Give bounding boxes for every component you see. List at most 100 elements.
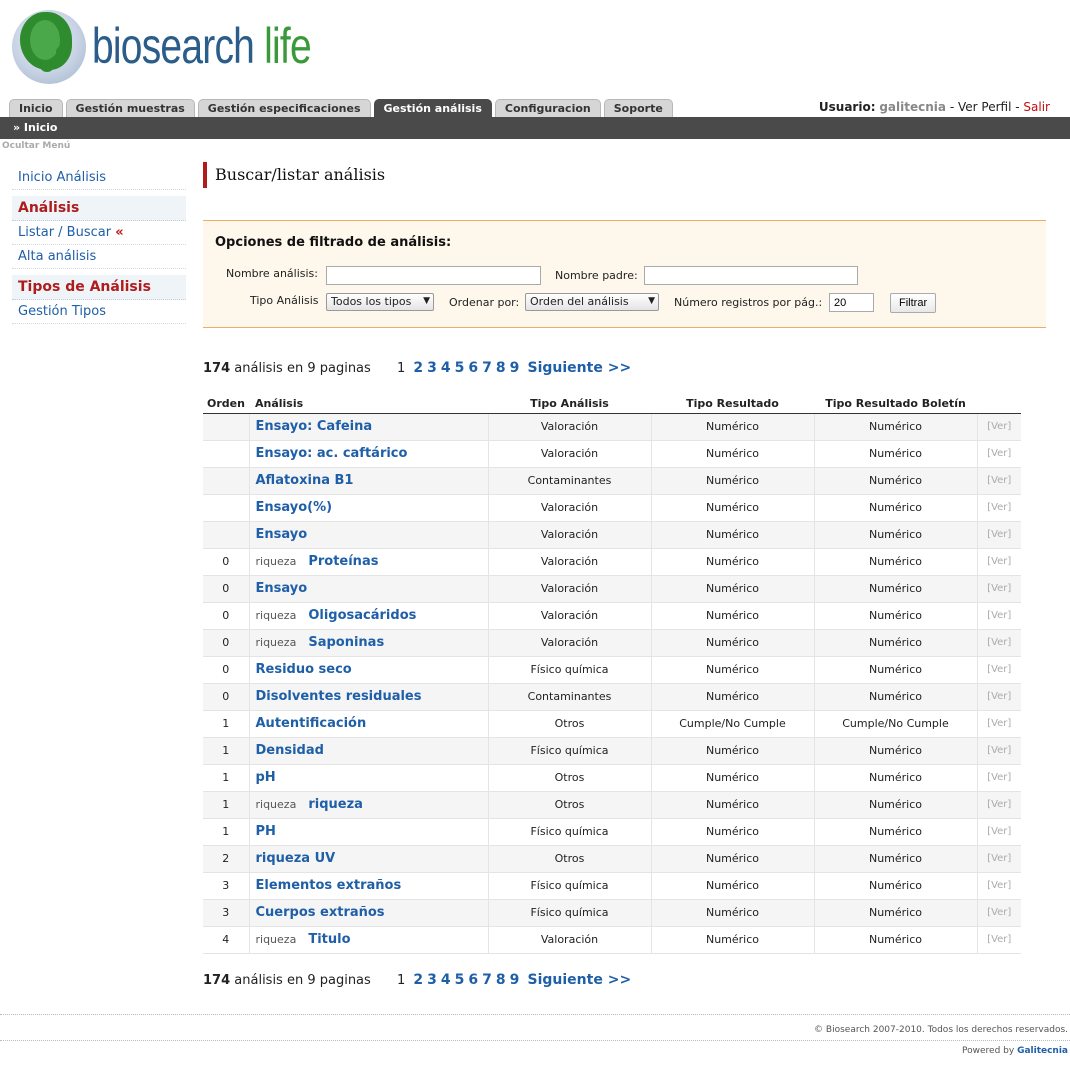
- page-link[interactable]: 2: [413, 360, 423, 376]
- page-link[interactable]: 6: [468, 360, 478, 376]
- pager-bottom: 174 análisis en 9 paginas 1 23456789 Sig…: [203, 972, 631, 988]
- bulletin-type-cell: Numérico: [814, 764, 978, 792]
- perpage-input[interactable]: [829, 293, 874, 312]
- view-link[interactable]: [Ver]: [977, 413, 1021, 441]
- view-link[interactable]: [Ver]: [977, 494, 1021, 522]
- analysis-link[interactable]: Ensayo: [256, 527, 308, 542]
- analysis-link[interactable]: Residuo seco: [256, 662, 352, 677]
- order-select[interactable]: Orden del análisis ▼: [525, 293, 659, 311]
- page-link[interactable]: 5: [455, 972, 465, 988]
- analysis-link[interactable]: riqueza: [308, 797, 363, 812]
- tab-3[interactable]: Gestión análisis: [373, 99, 492, 117]
- page-link[interactable]: 7: [482, 972, 492, 988]
- page-link[interactable]: 5: [455, 360, 465, 376]
- analysis-link[interactable]: Proteínas: [308, 554, 378, 569]
- separator: -: [949, 100, 955, 114]
- analysis-cell: Aflatoxina B1: [249, 467, 489, 495]
- page-link[interactable]: 8: [496, 972, 506, 988]
- analysis-link[interactable]: Densidad: [256, 743, 324, 758]
- result-type-cell: Numérico: [651, 818, 815, 846]
- view-link[interactable]: [Ver]: [977, 467, 1021, 495]
- parent-name-input[interactable]: [644, 266, 858, 285]
- analysis-link[interactable]: Elementos extraños: [256, 878, 402, 893]
- analysis-link[interactable]: Autentificación: [256, 716, 367, 731]
- view-link[interactable]: [Ver]: [977, 629, 1021, 657]
- analysis-link[interactable]: Cuerpos extraños: [256, 905, 385, 920]
- page-link[interactable]: 3: [427, 972, 437, 988]
- sidebar-item-list[interactable]: Listar / Buscar «: [12, 221, 186, 245]
- view-link[interactable]: [Ver]: [977, 548, 1021, 576]
- analysis-link[interactable]: Saponinas: [308, 635, 384, 650]
- view-link[interactable]: [Ver]: [977, 575, 1021, 603]
- sidebar-item-manage-types[interactable]: Gestión Tipos: [12, 300, 186, 324]
- analysis-name-input[interactable]: [326, 266, 541, 285]
- view-link[interactable]: [Ver]: [977, 683, 1021, 711]
- result-count: 174: [203, 361, 231, 376]
- view-link[interactable]: [Ver]: [977, 656, 1021, 684]
- hide-menu-link[interactable]: Ocultar Menú: [2, 141, 70, 151]
- sidebar-item-home[interactable]: Inicio Análisis: [12, 166, 186, 190]
- powered-by-link[interactable]: Galitecnia: [1017, 1046, 1068, 1056]
- analysis-link[interactable]: PH: [256, 824, 276, 839]
- page-link[interactable]: 6: [468, 972, 478, 988]
- type-cell: Físico química: [488, 737, 652, 765]
- view-link[interactable]: [Ver]: [977, 521, 1021, 549]
- sidebar-item-add[interactable]: Alta análisis: [12, 245, 186, 269]
- result-type-cell: Numérico: [651, 764, 815, 792]
- tab-4[interactable]: Configuracion: [494, 99, 601, 117]
- analysis-link[interactable]: Ensayo: Cafeina: [256, 419, 373, 434]
- logout-link[interactable]: Salir: [1023, 100, 1050, 114]
- analysis-link[interactable]: Disolventes residuales: [256, 689, 422, 704]
- page-link[interactable]: 8: [496, 360, 506, 376]
- view-link[interactable]: [Ver]: [977, 602, 1021, 630]
- tab-0[interactable]: Inicio: [9, 99, 63, 117]
- tab-1[interactable]: Gestión muestras: [65, 99, 195, 117]
- analysis-link[interactable]: pH: [256, 770, 276, 785]
- footer-divider: [0, 1040, 1070, 1041]
- page-link[interactable]: 2: [413, 972, 423, 988]
- page-link[interactable]: 9: [510, 972, 520, 988]
- view-link[interactable]: [Ver]: [977, 791, 1021, 819]
- view-link[interactable]: [Ver]: [977, 440, 1021, 468]
- analysis-link[interactable]: Titulo: [308, 932, 350, 947]
- analysis-link[interactable]: Ensayo: ac. caftárico: [256, 446, 408, 461]
- col-header: Análisis: [249, 395, 488, 414]
- analysis-cell: Residuo seco: [249, 656, 489, 684]
- table-row: 0 Residuo seco Físico química Numérico Numér…: [203, 656, 1021, 684]
- analysis-link[interactable]: Ensayo(%): [256, 500, 333, 515]
- page-link[interactable]: 9: [510, 360, 520, 376]
- analysis-link[interactable]: Ensayo: [256, 581, 308, 596]
- breadcrumb[interactable]: » Inicio: [13, 121, 57, 134]
- profile-link[interactable]: Ver Perfil: [958, 100, 1011, 114]
- tab-5[interactable]: Soporte: [603, 99, 673, 117]
- order-cell: [203, 440, 250, 468]
- view-link[interactable]: [Ver]: [977, 818, 1021, 846]
- page-link[interactable]: 3: [427, 360, 437, 376]
- view-link[interactable]: [Ver]: [977, 899, 1021, 927]
- result-type-cell: Numérico: [651, 656, 815, 684]
- view-link[interactable]: [Ver]: [977, 926, 1021, 954]
- analysis-link[interactable]: Oligosacáridos: [308, 608, 416, 623]
- type-select[interactable]: Todos los tipos ▼: [326, 293, 434, 311]
- page-link[interactable]: 7: [482, 360, 492, 376]
- view-link[interactable]: [Ver]: [977, 737, 1021, 765]
- page-link[interactable]: 4: [441, 360, 451, 376]
- next-page-link[interactable]: Siguiente >>: [528, 972, 632, 988]
- view-link[interactable]: [Ver]: [977, 710, 1021, 738]
- filter-button[interactable]: Filtrar: [890, 293, 937, 313]
- page-link[interactable]: 4: [441, 972, 451, 988]
- col-header: Tipo Análisis: [488, 395, 651, 414]
- page-title: Buscar/listar análisis: [203, 162, 385, 188]
- view-link[interactable]: [Ver]: [977, 845, 1021, 873]
- result-text: análisis en 9 paginas: [234, 361, 371, 376]
- view-link[interactable]: [Ver]: [977, 872, 1021, 900]
- result-type-cell: Numérico: [651, 494, 815, 522]
- next-page-link[interactable]: Siguiente >>: [528, 360, 632, 376]
- bulletin-type-cell: Numérico: [814, 602, 978, 630]
- view-link[interactable]: [Ver]: [977, 764, 1021, 792]
- tab-2[interactable]: Gestión especificaciones: [197, 99, 371, 117]
- analysis-link[interactable]: riqueza UV: [256, 851, 336, 866]
- table-row: 3 Elementos extraños Físico química Numéric…: [203, 872, 1021, 900]
- analysis-link[interactable]: Aflatoxina B1: [256, 473, 354, 488]
- parent-name: riqueza: [255, 636, 297, 649]
